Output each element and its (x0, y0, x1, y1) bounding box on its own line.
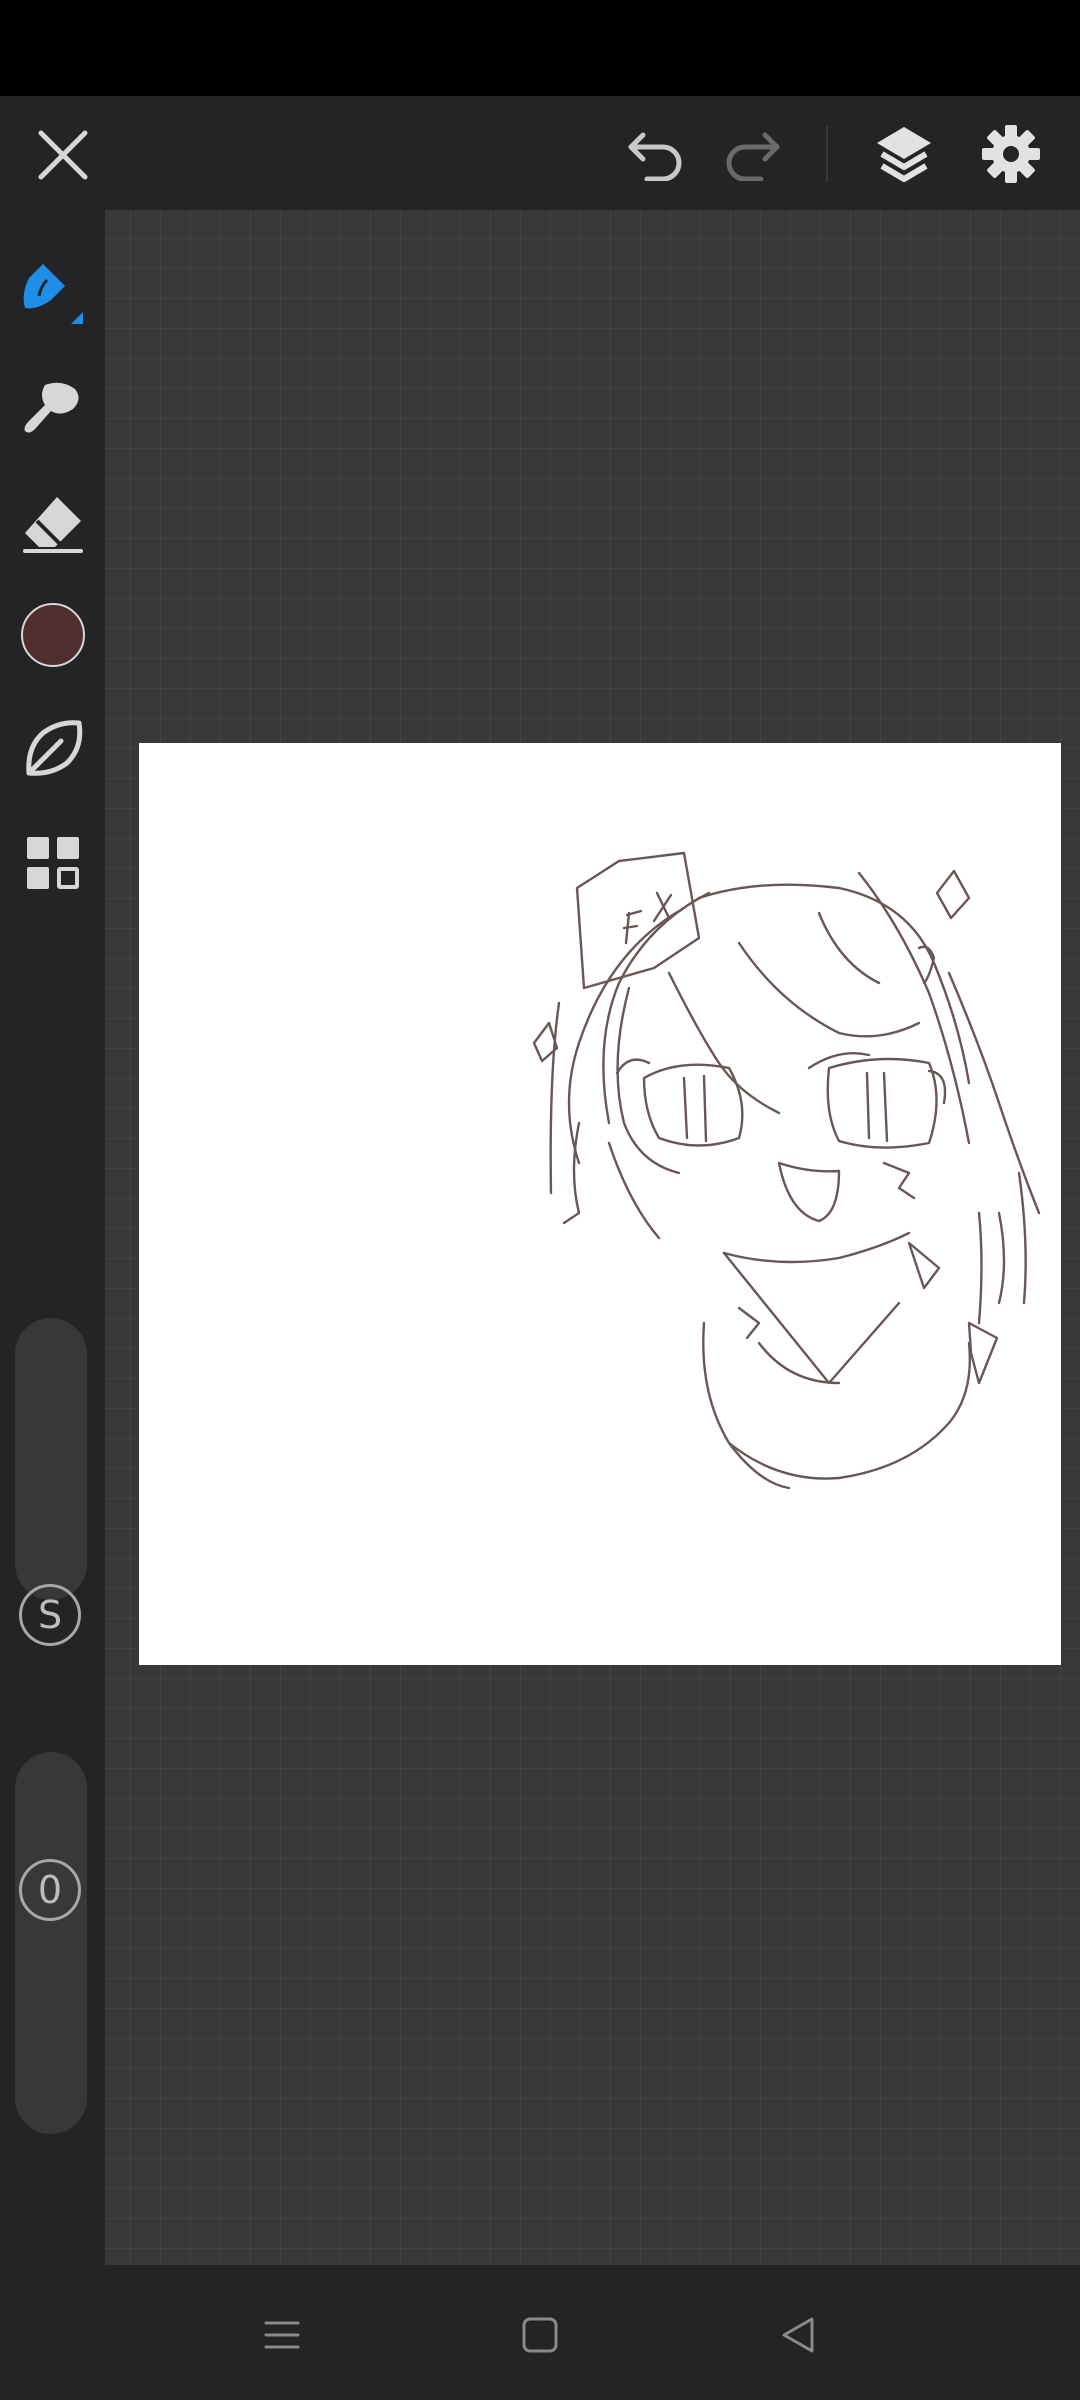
sketch-drawing (532, 851, 1041, 1490)
redo-button[interactable] (718, 122, 788, 188)
side-toolbar: S 0 (0, 210, 105, 2265)
back-icon (782, 2317, 814, 2353)
recent-apps-button[interactable] (242, 2305, 322, 2365)
undo-icon (628, 132, 682, 181)
size-slider-label: S (19, 1584, 81, 1646)
pen-tool-button[interactable] (14, 250, 92, 330)
leaf-icon (26, 720, 83, 776)
back-button[interactable] (758, 2305, 838, 2365)
eraser-icon (23, 497, 83, 553)
size-slider[interactable] (15, 1318, 87, 1600)
layers-button[interactable] (868, 118, 940, 190)
opacity-slider-label: 0 (19, 1859, 81, 1921)
undo-button[interactable] (620, 122, 690, 188)
more-tools-button[interactable] (14, 824, 92, 902)
gear-icon (982, 125, 1040, 183)
home-button[interactable] (500, 2305, 580, 2365)
brush-icon (24, 382, 79, 433)
status-bar (0, 0, 1080, 96)
grid-icon (27, 837, 79, 889)
settings-button[interactable] (975, 118, 1047, 190)
redo-icon (726, 132, 780, 181)
close-button[interactable] (30, 122, 96, 188)
layers-icon (877, 127, 931, 182)
close-icon (38, 130, 88, 180)
opacity-slider[interactable] (15, 1752, 87, 2134)
eraser-tool-button[interactable] (14, 484, 92, 562)
top-bar (0, 96, 1080, 210)
drawing-canvas[interactable] (139, 743, 1061, 1665)
menu-icon (264, 2321, 300, 2349)
smudge-tool-button[interactable] (14, 710, 92, 788)
toolbar-divider (826, 126, 828, 182)
color-swatch (21, 603, 85, 667)
brush-tool-button[interactable] (14, 368, 92, 446)
color-picker-button[interactable] (14, 596, 92, 674)
home-icon (522, 2317, 558, 2353)
pen-icon (23, 264, 83, 324)
